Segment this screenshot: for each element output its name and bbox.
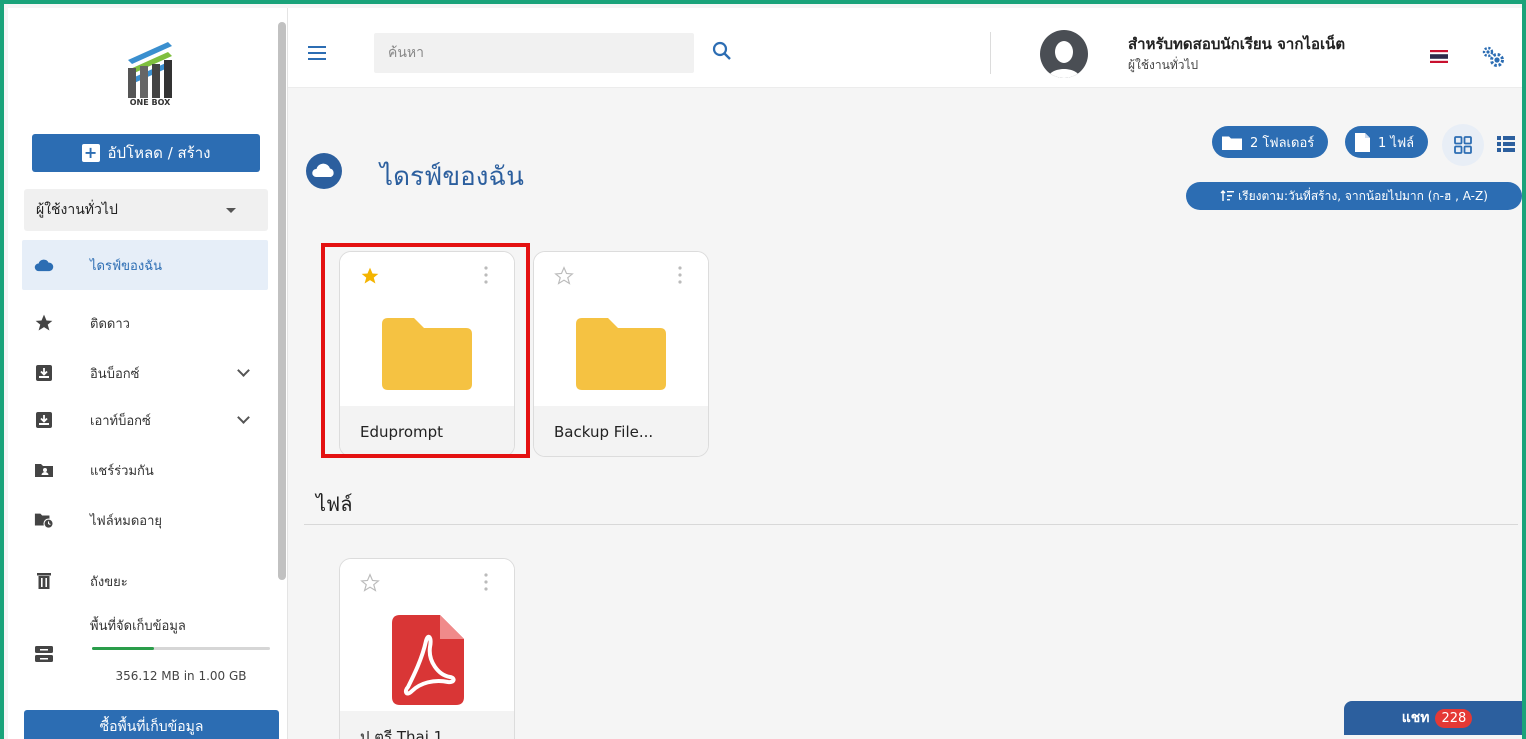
logo-text: ONE BOX (129, 98, 171, 107)
folder-icon (382, 318, 472, 390)
file-count-label: 1 ไฟล์ (1378, 135, 1415, 151)
file-name: ป.ตรี Thai 1... (340, 711, 514, 739)
sidebar-item-label: เอาท์บ็อกซ์ (90, 413, 151, 429)
shared-folder-icon (34, 460, 54, 480)
hamburger-menu-icon[interactable] (308, 46, 326, 60)
role-select-value: ผู้ใช้งานทั่วไป (36, 202, 118, 218)
folder-name: Eduprompt (340, 406, 514, 456)
sidebar-item-label: ไฟล์หมดอายุ (90, 513, 163, 529)
folder-card-backup[interactable]: Backup File... (533, 251, 709, 457)
sidebar-item-shared[interactable]: แชร์ร่วมกัน (22, 445, 268, 495)
cloud-icon (34, 255, 54, 275)
folder-count-pill[interactable]: 2 โฟลเดอร์ (1212, 126, 1329, 158)
list-view-icon[interactable] (1497, 136, 1515, 152)
role-select[interactable]: ผู้ใช้งานทั่วไป (24, 189, 268, 231)
page-title: ไดรฟ์ของฉัน (380, 162, 524, 192)
star-outline-icon[interactable] (554, 266, 574, 286)
outbox-icon (34, 410, 54, 430)
sidebar-item-my-drive[interactable]: ไดรฟ์ของฉัน (22, 240, 268, 290)
chevron-down-icon[interactable] (237, 411, 250, 424)
storage-icon (35, 646, 53, 662)
grid-view-button[interactable] (1442, 124, 1484, 166)
folder-name: Backup File... (534, 406, 708, 456)
search-icon[interactable] (712, 41, 732, 61)
file-icon (1355, 132, 1370, 152)
sidebar-item-label: ติดดาว (90, 316, 130, 332)
storage-label: พื้นที่จัดเก็บข้อมูล (90, 619, 186, 634)
chat-unread-badge: 228 (1435, 708, 1473, 728)
file-count-pill[interactable]: 1 ไฟล์ (1345, 126, 1429, 158)
upload-create-label: อัปโหลด / สร้าง (107, 144, 211, 162)
sidebar-item-label: อินบ็อกซ์ (90, 366, 140, 382)
sidebar-item-expired[interactable]: ไฟล์หมดอายุ (22, 495, 268, 545)
top-bar: สำหรับทดสอบนักเรียน จากไอเน็ต ผู้ใช้งานท… (288, 8, 1522, 88)
sort-order-button[interactable]: เรียงตาม:วันที่สร้าง, จากน้อยไปมาก (ก-ฮ … (1186, 182, 1522, 210)
search-input[interactable] (374, 33, 694, 73)
chevron-down-icon[interactable] (237, 364, 250, 377)
star-icon (34, 313, 54, 333)
files-section-label: ไฟล์ (316, 492, 353, 516)
buy-storage-button[interactable]: ซื้อพื้นที่เก็บข้อมูล (24, 710, 279, 739)
section-divider (304, 524, 1518, 525)
sidebar-scrollbar[interactable] (278, 22, 286, 580)
app-frame: ONE BOX + อัปโหลด / สร้าง ผู้ใช้งานทั่วไ… (0, 0, 1526, 739)
folder-icon (1222, 136, 1242, 150)
more-vertical-icon[interactable] (484, 266, 488, 284)
folder-card-eduprompt[interactable]: Eduprompt (339, 251, 515, 457)
chat-button[interactable]: แชท 228 (1344, 701, 1522, 735)
pdf-file-icon (392, 615, 464, 705)
storage-progress-fill (92, 647, 155, 650)
grid-icon (1454, 136, 1472, 154)
onebox-logo-icon (128, 42, 172, 98)
chat-label: แชท (1401, 710, 1430, 726)
storage-progress-bar (92, 647, 270, 650)
thai-flag-icon[interactable] (1430, 50, 1448, 63)
upload-create-button[interactable]: + อัปโหลด / สร้าง (32, 134, 260, 172)
star-outline-icon[interactable] (360, 573, 380, 593)
user-avatar[interactable] (1040, 30, 1088, 78)
inbox-icon (34, 363, 54, 383)
user-silhouette-icon (1048, 41, 1080, 78)
star-filled-icon[interactable] (360, 266, 380, 286)
user-name: สำหรับทดสอบนักเรียน จากไอเน็ต (1128, 35, 1346, 53)
more-vertical-icon[interactable] (678, 266, 682, 284)
more-vertical-icon[interactable] (484, 573, 488, 591)
sidebar-item-label: แชร์ร่วมกัน (90, 463, 154, 479)
storage-usage-text: 356.12 MB in 1.00 GB (115, 669, 247, 683)
sidebar-item-starred[interactable]: ติดดาว (22, 298, 268, 348)
sidebar-item-label: ไดรฟ์ของฉัน (90, 258, 162, 274)
gear-settings-icon[interactable] (1480, 44, 1506, 68)
sidebar-item-label: ถังขยะ (90, 574, 128, 590)
sidebar: ONE BOX + อัปโหลด / สร้าง ผู้ใช้งานทั่วไ… (8, 8, 288, 739)
trash-icon (34, 571, 54, 591)
sort-icon (1220, 190, 1235, 201)
file-card-pdf[interactable]: ป.ตรี Thai 1... (339, 558, 515, 739)
user-role: ผู้ใช้งานทั่วไป (1128, 58, 1199, 72)
sidebar-item-trash[interactable]: ถังขยะ (22, 556, 268, 606)
folder-count-label: 2 โฟลเดอร์ (1250, 135, 1315, 151)
sidebar-item-inbox[interactable]: อินบ็อกซ์ (22, 348, 268, 398)
drive-cloud-icon (306, 153, 342, 189)
sort-order-label: เรียงตาม:วันที่สร้าง, จากน้อยไปมาก (ก-ฮ … (1238, 188, 1488, 203)
top-divider (990, 32, 991, 74)
folder-icon (576, 318, 666, 390)
expired-folder-icon (34, 510, 54, 530)
caret-down-icon (226, 208, 236, 213)
sidebar-item-outbox[interactable]: เอาท์บ็อกซ์ (22, 395, 268, 445)
plus-icon: + (81, 144, 100, 162)
